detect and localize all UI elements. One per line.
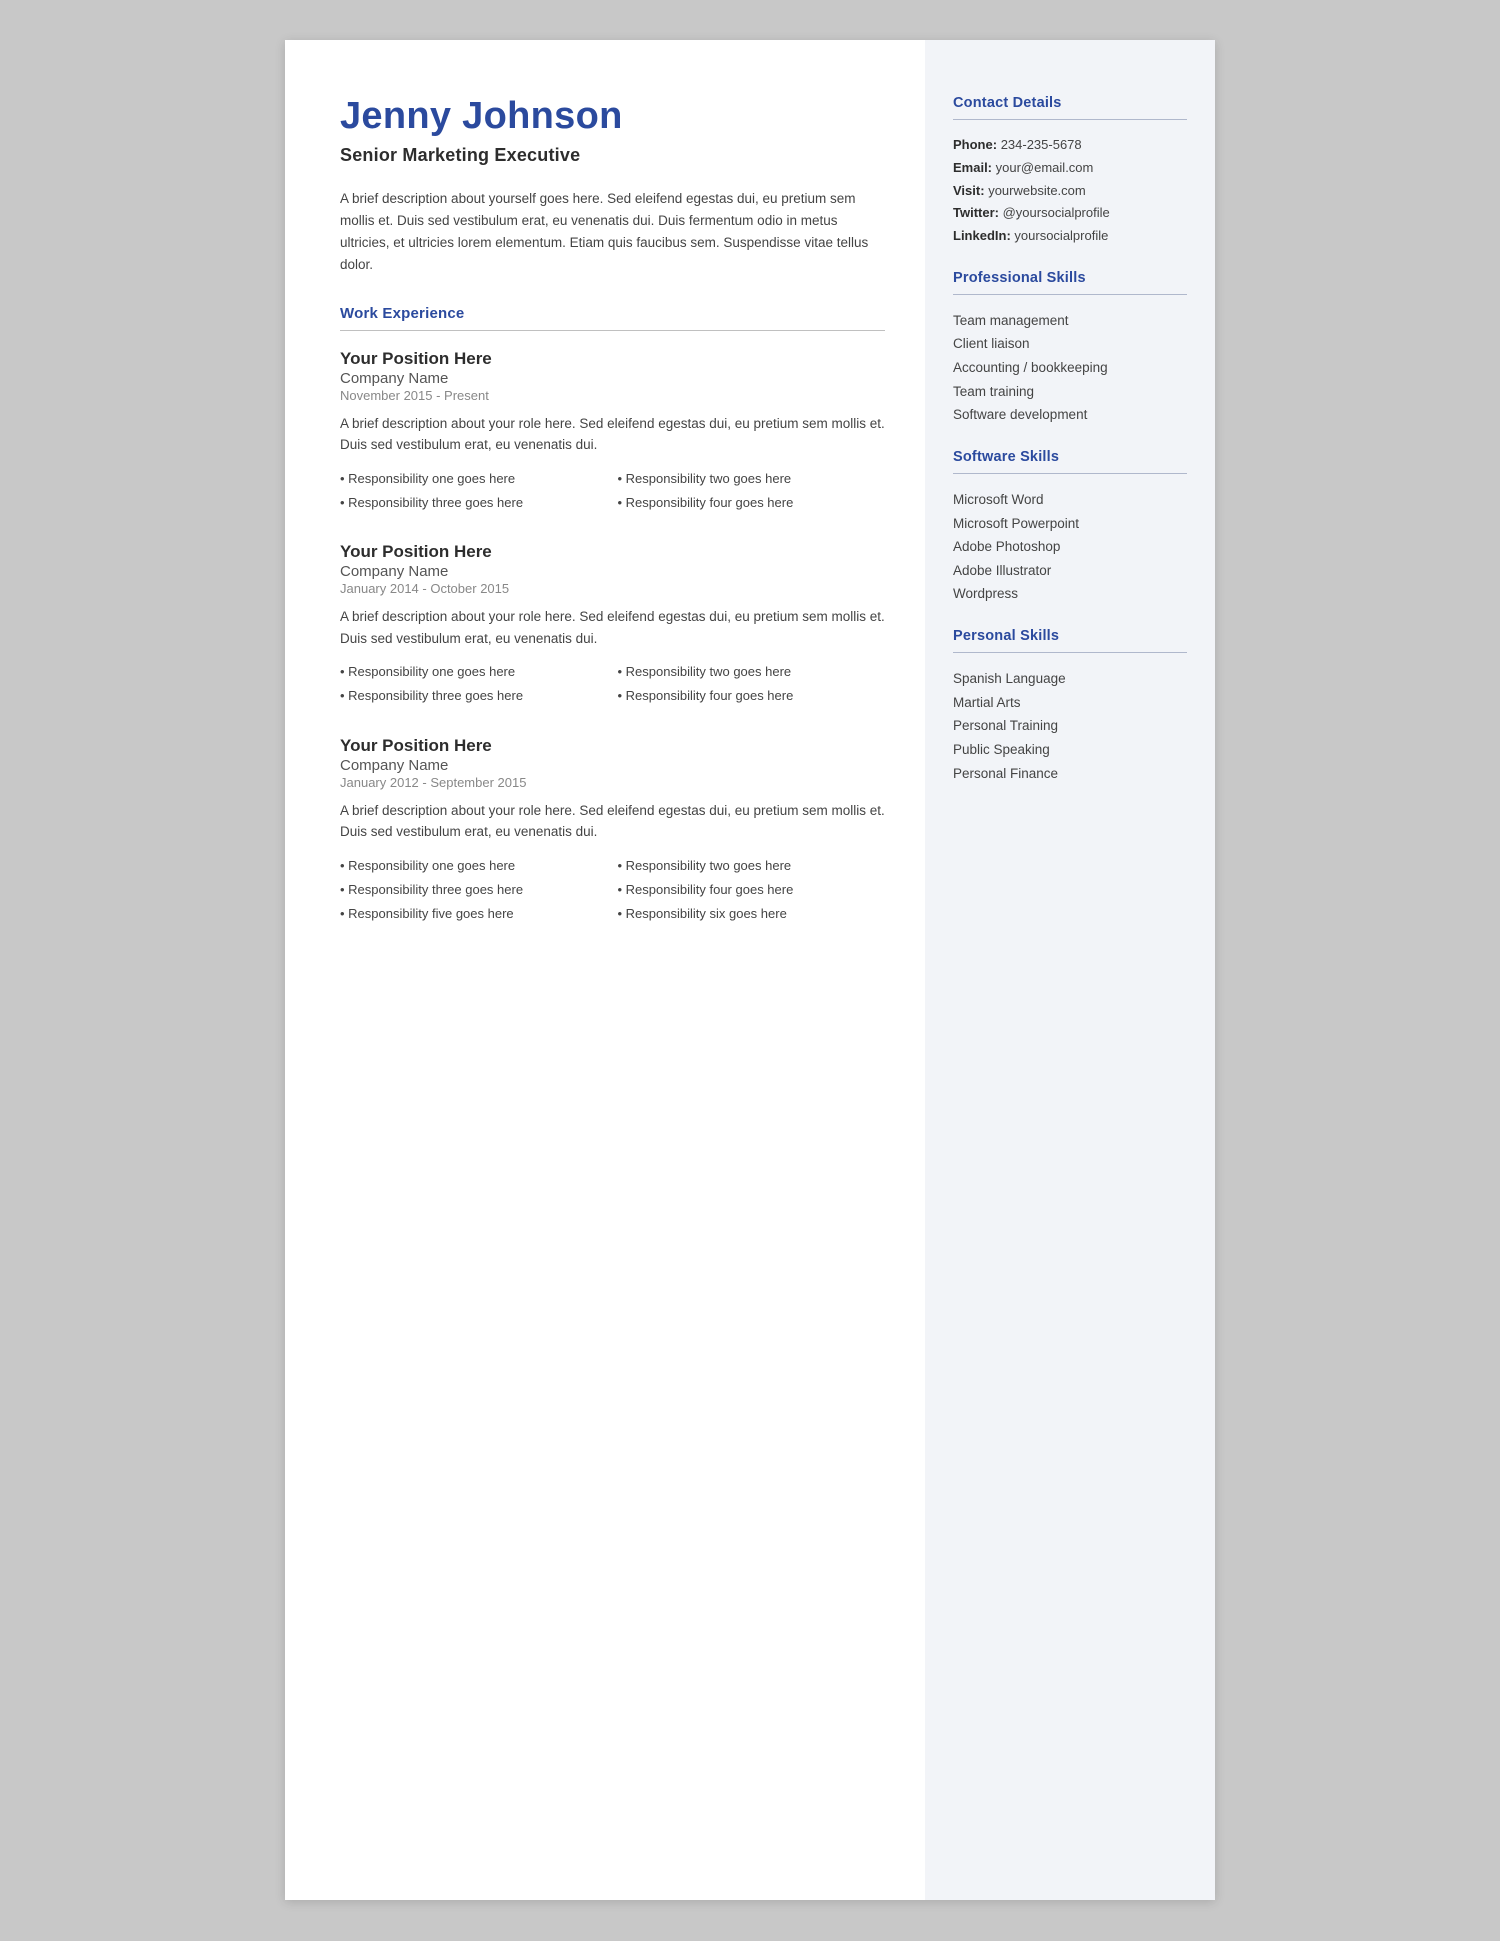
left-column: Jenny Johnson Senior Marketing Executive… [285, 40, 925, 1900]
sw-skill-3: Adobe Photoshop [953, 535, 1187, 559]
job-2-resp-1: Responsibility one goes here [340, 661, 608, 683]
job-2-dates: January 2014 - October 2015 [340, 581, 885, 596]
job-3-dates: January 2012 - September 2015 [340, 775, 885, 790]
personal-skills-list: Spanish Language Martial Arts Personal T… [953, 667, 1187, 785]
contact-divider [953, 119, 1187, 120]
job-2-resp-3: Responsibility three goes here [340, 685, 608, 707]
job-3-resp-3: Responsibility three goes here [340, 879, 608, 901]
per-skill-2: Martial Arts [953, 691, 1187, 715]
work-experience-divider [340, 330, 885, 331]
bio-text: A brief description about yourself goes … [340, 188, 885, 277]
job-2-responsibilities: Responsibility one goes here Responsibil… [340, 661, 885, 707]
job-1-resp-4: Responsibility four goes here [618, 492, 886, 514]
twitter-label: Twitter: [953, 205, 999, 220]
job-2-resp-2: Responsibility two goes here [618, 661, 886, 683]
software-skills-list: Microsoft Word Microsoft Powerpoint Adob… [953, 488, 1187, 606]
work-experience-heading: Work Experience [340, 305, 885, 322]
job-1: Your Position Here Company Name November… [340, 349, 885, 514]
per-skill-1: Spanish Language [953, 667, 1187, 691]
job-3-desc: A brief description about your role here… [340, 800, 885, 843]
resume-page: Jenny Johnson Senior Marketing Executive… [285, 40, 1215, 1900]
professional-skills-list: Team management Client liaison Accountin… [953, 309, 1187, 427]
software-skills-divider [953, 473, 1187, 474]
job-1-responsibilities: Responsibility one goes here Responsibil… [340, 468, 885, 514]
per-skill-3: Personal Training [953, 714, 1187, 738]
per-skill-4: Public Speaking [953, 738, 1187, 762]
visit-label: Visit: [953, 183, 985, 198]
job-3-resp-1: Responsibility one goes here [340, 855, 608, 877]
job-1-title: Your Position Here [340, 349, 885, 369]
sw-skill-4: Adobe Illustrator [953, 559, 1187, 583]
job-2-title: Your Position Here [340, 542, 885, 562]
personal-skills-divider [953, 652, 1187, 653]
software-skills-section: Software Skills Microsoft Word Microsoft… [953, 449, 1187, 606]
personal-skills-section: Personal Skills Spanish Language Martial… [953, 628, 1187, 785]
job-2-resp-4: Responsibility four goes here [618, 685, 886, 707]
pro-skill-5: Software development [953, 403, 1187, 427]
job-3-resp-6: Responsibility six goes here [618, 903, 886, 925]
contact-title: Contact Details [953, 95, 1187, 111]
job-3-company: Company Name [340, 757, 885, 774]
job-3-responsibilities: Responsibility one goes here Responsibil… [340, 855, 885, 925]
linkedin-value: yoursocialprofile [1014, 228, 1108, 243]
visit-value: yourwebsite.com [988, 183, 1086, 198]
job-2-desc: A brief description about your role here… [340, 606, 885, 649]
contact-linkedin: LinkedIn: yoursocialprofile [953, 225, 1187, 248]
pro-skill-2: Client liaison [953, 332, 1187, 356]
contact-phone: Phone: 234-235-5678 [953, 134, 1187, 157]
job-1-company: Company Name [340, 370, 885, 387]
job-1-resp-3: Responsibility three goes here [340, 492, 608, 514]
job-3-resp-2: Responsibility two goes here [618, 855, 886, 877]
name-title-block: Jenny Johnson Senior Marketing Executive [340, 95, 885, 166]
software-skills-title: Software Skills [953, 449, 1187, 465]
job-1-resp-1: Responsibility one goes here [340, 468, 608, 490]
pro-skill-3: Accounting / bookkeeping [953, 356, 1187, 380]
twitter-value: @yoursocialprofile [1003, 205, 1110, 220]
professional-skills-title: Professional Skills [953, 270, 1187, 286]
email-label: Email: [953, 160, 992, 175]
contact-email: Email: your@email.com [953, 157, 1187, 180]
sw-skill-2: Microsoft Powerpoint [953, 512, 1187, 536]
phone-value: 234-235-5678 [1001, 137, 1082, 152]
professional-skills-divider [953, 294, 1187, 295]
job-1-desc: A brief description about your role here… [340, 413, 885, 456]
professional-skills-section: Professional Skills Team management Clie… [953, 270, 1187, 427]
contact-visit: Visit: yourwebsite.com [953, 180, 1187, 203]
right-column: Contact Details Phone: 234-235-5678 Emai… [925, 40, 1215, 1900]
contact-section: Contact Details Phone: 234-235-5678 Emai… [953, 95, 1187, 248]
phone-label: Phone: [953, 137, 997, 152]
job-1-resp-2: Responsibility two goes here [618, 468, 886, 490]
candidate-name: Jenny Johnson [340, 95, 885, 139]
per-skill-5: Personal Finance [953, 762, 1187, 786]
contact-twitter: Twitter: @yoursocialprofile [953, 202, 1187, 225]
personal-skills-title: Personal Skills [953, 628, 1187, 644]
sw-skill-1: Microsoft Word [953, 488, 1187, 512]
job-3-resp-4: Responsibility four goes here [618, 879, 886, 901]
job-3-resp-5: Responsibility five goes here [340, 903, 608, 925]
job-2-company: Company Name [340, 563, 885, 580]
linkedin-label: LinkedIn: [953, 228, 1011, 243]
job-2: Your Position Here Company Name January … [340, 542, 885, 707]
job-3: Your Position Here Company Name January … [340, 736, 885, 925]
email-value: your@email.com [996, 160, 1094, 175]
job-3-title: Your Position Here [340, 736, 885, 756]
candidate-title: Senior Marketing Executive [340, 145, 885, 166]
sw-skill-5: Wordpress [953, 582, 1187, 606]
pro-skill-4: Team training [953, 380, 1187, 404]
job-1-dates: November 2015 - Present [340, 388, 885, 403]
pro-skill-1: Team management [953, 309, 1187, 333]
